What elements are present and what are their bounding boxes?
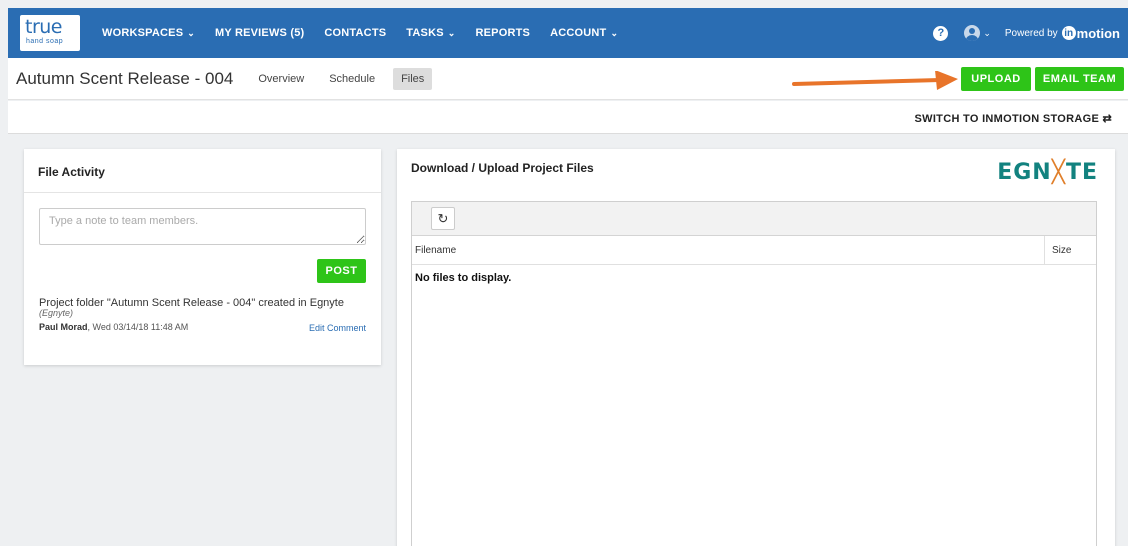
highlight-arrow-icon [792,71,958,90]
project-header: Autumn Scent Release - 004 Overview Sche… [8,58,1128,100]
upload-button[interactable]: UPLOAD [961,67,1031,91]
brand-logo[interactable]: true hand soap [20,15,80,51]
nav-item-contacts[interactable]: CONTACTS [324,27,386,39]
inmotion-logo-prefix: in [1061,26,1076,40]
storage-bar: SWITCH TO INMOTION STORAGE ⇄ [8,101,1128,134]
user-avatar-icon[interactable] [964,25,981,41]
divider [24,192,381,193]
nav-menu: WORKSPACES ⌄ MY REVIEWS (5) CONTACTS TASK… [102,27,638,39]
inmotion-logo[interactable]: in motion [1061,25,1120,41]
nav-right: ? ⌄ Powered by in motion [933,8,1120,58]
post-button[interactable]: POST [317,259,366,283]
email-team-button[interactable]: EMAIL TEAM [1035,67,1124,91]
activity-entry-text: Project folder "Autumn Scent Release - 0… [39,297,344,309]
egnyte-logo: EGN╳TE [997,160,1098,185]
team-note-input[interactable] [39,208,366,245]
empty-files-message: No files to display. [415,272,512,284]
powered-by-label: Powered by [1004,27,1058,39]
inmotion-logo-text: motion [1076,25,1120,41]
tab-overview[interactable]: Overview [258,73,304,85]
nav-item-reports[interactable]: REPORTS [476,27,531,39]
edit-comment-link[interactable]: Edit Comment [309,323,366,333]
file-table-header: Filename Size [412,236,1096,265]
chevron-down-icon[interactable]: ⌄ [983,28,991,39]
file-browser-toolbar: ↻ [412,202,1096,236]
brand-logo-sub: hand soap [26,38,64,45]
nav-item-my-reviews[interactable]: MY REVIEWS (5) [215,27,304,39]
column-size[interactable]: Size [1052,245,1071,256]
file-activity-panel: File Activity POST Project folder "Autum… [24,149,381,365]
help-icon[interactable]: ? [933,25,949,41]
chevron-down-icon: ⌄ [610,27,619,38]
switch-storage-link[interactable]: SWITCH TO INMOTION STORAGE ⇄ [915,112,1113,125]
nav-item-workspaces[interactable]: WORKSPACES ⌄ [102,27,195,39]
activity-author: Paul Morad [39,322,88,332]
refresh-icon[interactable]: ↻ [431,207,455,230]
chevron-down-icon: ⌄ [447,27,456,38]
nav-item-account[interactable]: ACCOUNT ⌄ [550,27,618,39]
top-nav: true hand soap WORKSPACES ⌄ MY REVIEWS (5… [8,8,1128,58]
page-title: Autumn Scent Release - 004 [16,68,234,88]
file-activity-title: File Activity [38,165,105,179]
activity-entry-source: (Egnyte) [39,308,74,318]
chevron-down-icon: ⌄ [187,27,195,38]
tab-files[interactable]: Files [393,67,433,90]
activity-date: , Wed 03/14/18 11:48 AM [87,322,189,332]
activity-entry-meta: Paul Morad, Wed 03/14/18 11:48 AM [39,322,188,332]
brand-logo-main: true [25,16,63,38]
column-filename[interactable]: Filename [415,245,456,256]
tab-schedule[interactable]: Schedule [329,73,375,85]
column-divider [1044,236,1045,264]
project-files-title: Download / Upload Project Files [411,161,594,175]
project-files-panel: Download / Upload Project Files EGN╳TE ↻… [397,149,1115,546]
file-browser: ↻ Filename Size No files to display. [411,201,1097,546]
nav-item-tasks[interactable]: TASKS ⌄ [406,27,455,39]
